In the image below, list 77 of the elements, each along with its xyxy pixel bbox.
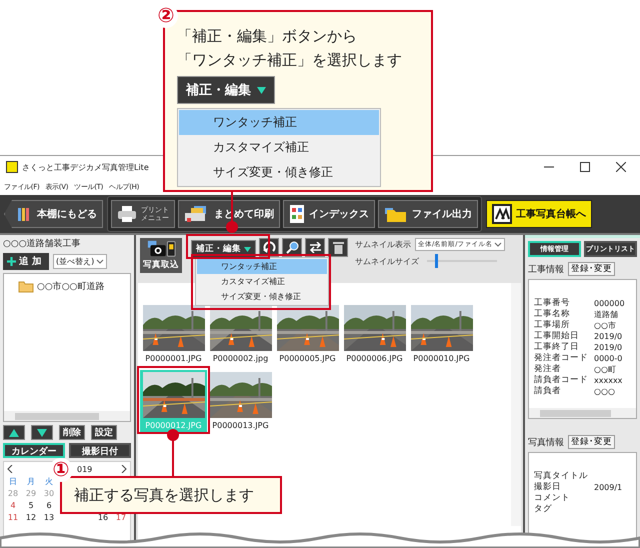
field-label: 工事終了日 bbox=[534, 342, 580, 353]
calendar-month: 019 bbox=[77, 464, 92, 474]
file-name: P0000006.JPG bbox=[346, 354, 403, 364]
register-button[interactable]: 登録･変更 bbox=[568, 262, 615, 276]
register-button[interactable]: 登録･変更 bbox=[568, 435, 615, 449]
menu-item[interactable]: サイズ変更・傾き修正 bbox=[179, 160, 379, 185]
weekday-label: 月 bbox=[26, 476, 36, 488]
menu-item[interactable]: カスタマイズ補正 bbox=[197, 274, 327, 289]
action-button[interactable]: 設定 bbox=[91, 425, 117, 440]
window-title: さくっと工事デジカメ写真管理Lite bbox=[22, 162, 149, 172]
calendar-day[interactable]: 17 bbox=[112, 512, 130, 524]
calendar-day[interactable]: 11 bbox=[4, 512, 22, 524]
field-label: 写真タイトル bbox=[534, 471, 589, 482]
menu-item[interactable]: ワンタッチ補正 bbox=[197, 259, 327, 274]
toolbar-button[interactable]: 本棚にもどる bbox=[4, 200, 103, 228]
field-label: 工事番号 bbox=[534, 298, 571, 309]
weekday-label: 日 bbox=[8, 476, 18, 488]
field-label: 工事場所 bbox=[534, 320, 571, 331]
field-value: ○○○ bbox=[594, 386, 615, 397]
toolbar-button[interactable]: インデックス bbox=[283, 200, 375, 228]
thumbnail-view-label: サムネイル表示 bbox=[355, 239, 411, 250]
field-value: 2009/1 bbox=[594, 482, 622, 493]
callout-text: 「ワンタッチ補正」を選択します bbox=[177, 50, 403, 71]
file-name: P0000005.JPG bbox=[279, 354, 336, 364]
import-button[interactable]: 写真取込 bbox=[140, 238, 182, 273]
section-title: 工事情報 bbox=[528, 264, 564, 276]
photo-thumbnail[interactable]: P0000013.JPG bbox=[207, 370, 274, 433]
photo-thumbnail[interactable]: P0000006.JPG bbox=[341, 303, 408, 366]
project-name: ○○○道路舗装工事 bbox=[3, 238, 82, 250]
field-label: 工事開始日 bbox=[534, 331, 580, 342]
section-title: 写真情報 bbox=[528, 436, 564, 448]
field-value: ○○市 bbox=[594, 320, 616, 331]
callout-text: 補正する写真を選択します bbox=[74, 485, 254, 506]
field-label: 請負者 bbox=[534, 386, 562, 397]
calendar-day[interactable]: 12 bbox=[22, 512, 40, 524]
field-value: 道路舗 bbox=[594, 309, 618, 320]
photo-thumbnail[interactable]: P0000010.JPG bbox=[408, 303, 475, 366]
field-label: タグ bbox=[534, 504, 553, 515]
menu-item[interactable]: カスタマイズ補正 bbox=[179, 135, 379, 160]
calendar-day[interactable]: 4 bbox=[4, 500, 22, 512]
file-name: P0000013.JPG bbox=[212, 421, 269, 431]
field-label: 発注者コード bbox=[534, 353, 589, 364]
file-name: P0000010.JPG bbox=[413, 354, 470, 364]
field-label: 発注者 bbox=[534, 364, 562, 375]
field-label: 工事名称 bbox=[534, 309, 571, 320]
toolbar-button[interactable]: 工事写真台帳へ bbox=[486, 200, 592, 228]
view-tab[interactable]: 撮影日付 bbox=[69, 443, 131, 458]
calendar-day[interactable]: 5 bbox=[22, 500, 40, 512]
photo-thumbnail[interactable]: P0000002.jpg bbox=[207, 303, 274, 366]
view-tab[interactable]: カレンダー bbox=[3, 443, 65, 458]
file-name: P0000012.JPG bbox=[145, 421, 202, 431]
photo-thumbnail[interactable]: P0000001.JPG bbox=[140, 303, 207, 366]
edit-dropdown-button[interactable]: 補正・編集 bbox=[177, 76, 275, 104]
field-value: 0000-0 bbox=[594, 353, 622, 364]
action-button[interactable]: 削除 bbox=[59, 425, 85, 440]
field-value: 2019/0 bbox=[594, 342, 622, 353]
field-value: 000000 bbox=[594, 298, 625, 309]
file-name: P0000002.jpg bbox=[212, 354, 268, 364]
calendar-day[interactable]: 16 bbox=[94, 512, 112, 524]
calendar-day[interactable]: 13 bbox=[40, 512, 58, 524]
add-button[interactable]: 追加 bbox=[3, 253, 49, 270]
toolbar-button[interactable]: ファイル出力 bbox=[378, 200, 478, 228]
field-label: 請負者コード bbox=[534, 375, 589, 386]
field-value: 2019/0 bbox=[594, 331, 622, 342]
calendar-day[interactable]: 6 bbox=[40, 500, 58, 512]
thumbnail-size-label: サムネイルサイズ bbox=[355, 256, 419, 266]
field-label: コメント bbox=[534, 493, 571, 504]
menu-item[interactable]: ワンタッチ補正 bbox=[179, 110, 379, 135]
field-value: ○○町 bbox=[594, 364, 616, 375]
sort-dropdown[interactable]: (並べ替え) bbox=[53, 254, 108, 269]
file-name: P0000001.JPG bbox=[145, 354, 202, 364]
field-label: 撮影日 bbox=[534, 482, 562, 493]
tree-item[interactable]: ○○市○○町道路 bbox=[37, 280, 104, 293]
field-value: xxxxxx bbox=[594, 375, 622, 386]
menu-item[interactable]: サイズ変更・傾き修正 bbox=[197, 289, 327, 304]
callout-text: 「補正・編集」ボタンから bbox=[177, 26, 358, 47]
photo-thumbnail[interactable]: P0000005.JPG bbox=[274, 303, 341, 366]
